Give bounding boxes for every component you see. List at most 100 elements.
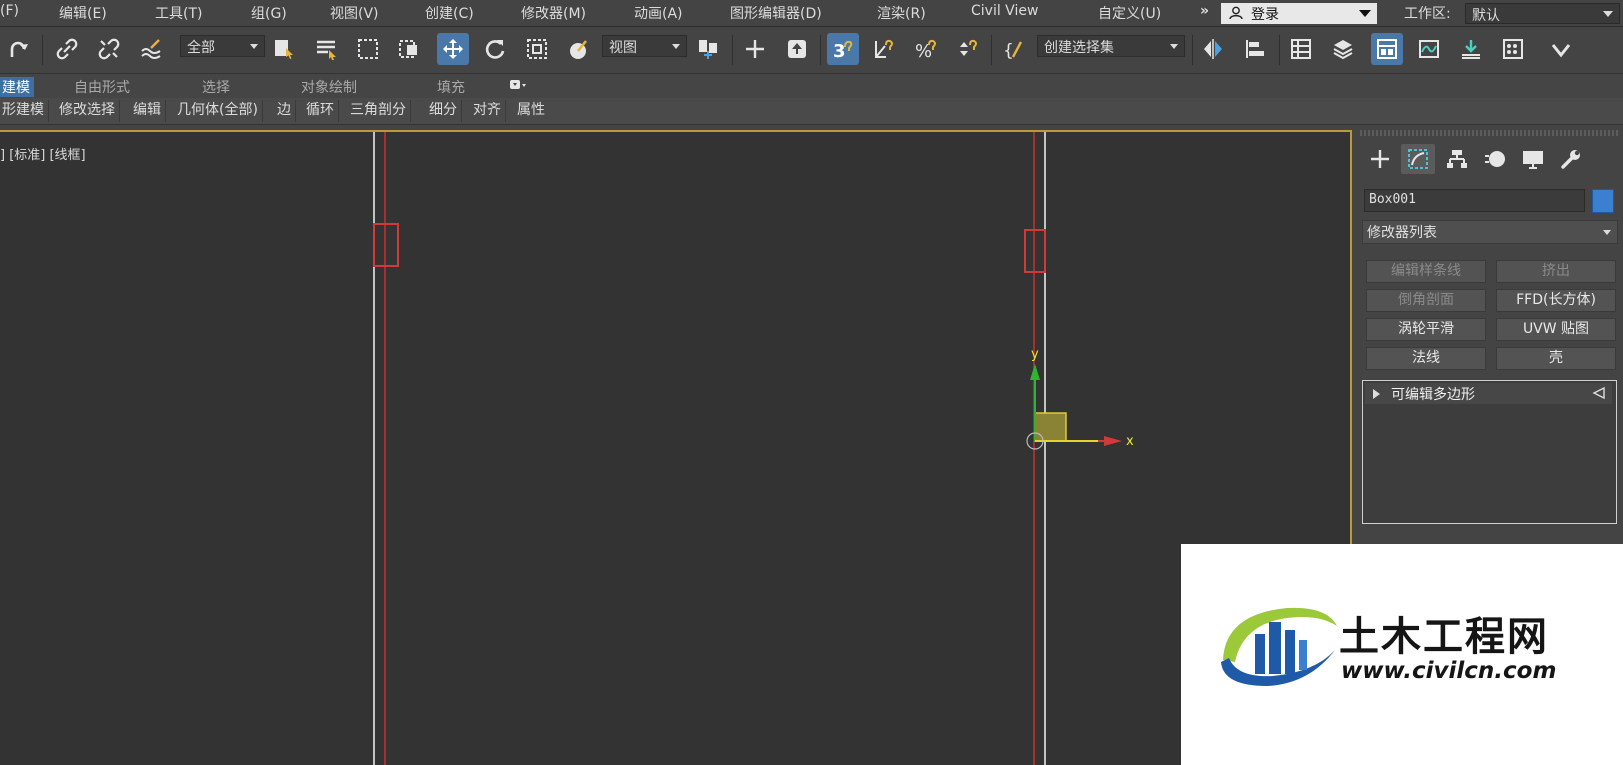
mirror-button[interactable] (1197, 33, 1229, 65)
modifier-shell-button[interactable]: 壳 (1496, 347, 1616, 370)
select-and-scale-button[interactable] (521, 33, 553, 65)
menu-edit[interactable]: 编辑(E) (59, 3, 107, 23)
panel-loops[interactable]: 循环 (302, 100, 339, 122)
modifier-ffd-box-button[interactable]: FFD(长方体) (1496, 289, 1616, 312)
menu-customize[interactable]: 自定义(U) (1098, 3, 1161, 23)
modifier-normal-button[interactable]: 法线 (1366, 347, 1486, 370)
workspace-dropdown[interactable]: 默认 (1465, 3, 1620, 24)
viewport-label[interactable]: ] [标准] [线框] (0, 144, 86, 163)
menu-animation[interactable]: 动画(A) (634, 3, 683, 23)
keyboard-shortcut-toggle-button[interactable] (781, 33, 813, 65)
bind-space-warp-button[interactable] (135, 33, 167, 65)
menu-graph-editors[interactable]: 图形编辑器(D) (730, 3, 822, 23)
link-button[interactable] (51, 33, 83, 65)
menu-tools[interactable]: 工具(T) (155, 3, 202, 23)
menu-view[interactable]: 视图(V) (330, 3, 379, 23)
tab-object-paint[interactable]: 对象绘制 (301, 77, 357, 97)
menu-rendering[interactable]: 渲染(R) (877, 3, 926, 23)
material-editor-button[interactable] (1497, 33, 1529, 65)
tab-populate[interactable]: 填充 (437, 77, 465, 97)
scene-explorer-button[interactable] (1285, 33, 1317, 65)
modifier-edit-spline-button[interactable]: 编辑样条线 (1366, 260, 1486, 283)
menu-civil-view[interactable]: Civil View (971, 3, 1038, 19)
tab-motion[interactable] (1478, 144, 1512, 174)
menu-modifiers[interactable]: 修改器(M) (521, 3, 586, 23)
gizmo-y-label: y (1031, 347, 1039, 362)
modifier-extrude-button[interactable]: 挤出 (1496, 260, 1616, 283)
rotate-icon (485, 40, 505, 59)
selection-filter-dropdown[interactable]: 全部 (180, 35, 265, 57)
menu-create[interactable]: 创建(C) (425, 3, 474, 23)
panel-poly-modeling[interactable]: 形建模 (0, 100, 49, 122)
ribbon-options-icon[interactable] (510, 79, 526, 91)
object-name-field[interactable]: Box001 (1364, 189, 1585, 212)
panel-edges[interactable]: 边 (273, 100, 296, 122)
tab-display[interactable] (1516, 144, 1550, 174)
select-manipulate-button[interactable] (739, 33, 771, 65)
layer-explorer-button[interactable] (1327, 33, 1359, 65)
spinner-snap-icon (960, 39, 977, 56)
object-color-swatch[interactable] (1592, 189, 1614, 213)
rectangular-selection-button[interactable] (352, 33, 384, 65)
panel-align[interactable]: 对齐 (469, 100, 506, 122)
schematic-view-button[interactable] (1455, 33, 1487, 65)
pin-triangle-icon[interactable] (1592, 386, 1606, 400)
snaps-toggle-button[interactable]: 3 (827, 33, 859, 65)
tab-modify[interactable] (1401, 144, 1435, 174)
chevron-down-icon (250, 44, 258, 49)
tab-modeling[interactable]: 建模 (0, 77, 34, 97)
tab-create[interactable] (1363, 144, 1397, 174)
workspace-label: 工作区: (1404, 6, 1451, 22)
angle-snap-button[interactable] (868, 33, 900, 65)
modifier-uvw-map-button[interactable]: UVW 贴图 (1496, 318, 1616, 341)
material-editor-icon (1503, 39, 1523, 59)
unlink-button[interactable] (93, 33, 125, 65)
curve-editor-button[interactable] (1413, 33, 1445, 65)
panel-tris[interactable]: 三角剖分 (346, 100, 411, 122)
panel-modify-selection[interactable]: 修改选择 (55, 100, 120, 122)
login-dropdown[interactable]: 登录 (1221, 3, 1377, 24)
align-button[interactable] (1239, 33, 1271, 65)
select-and-place-button[interactable] (562, 33, 594, 65)
select-and-move-button[interactable] (437, 33, 469, 65)
modifier-bevel-profile-button[interactable]: 倒角剖面 (1366, 289, 1486, 312)
spinner-snap-button[interactable] (952, 33, 984, 65)
menu-group[interactable]: 组(G) (251, 3, 287, 23)
stack-item-editable-poly[interactable]: 可编辑多边形 (1365, 383, 1612, 404)
modifier-list-dropdown[interactable]: 修改器列表 (1362, 220, 1618, 244)
viewport-top[interactable]: y x ] [标准] [线框] (0, 130, 1352, 765)
named-selection-dropdown[interactable]: 创建选择集 (1037, 35, 1185, 57)
menu-file[interactable]: (F) (0, 3, 19, 19)
panel-edit[interactable]: 编辑 (129, 100, 166, 122)
ribbon-icon (1377, 39, 1397, 59)
render-setup-button[interactable] (1545, 33, 1577, 65)
link-icon (56, 38, 78, 60)
redo-button[interactable] (2, 33, 34, 65)
percent-snap-button[interactable]: % (910, 33, 942, 65)
move-gizmo[interactable] (1026, 364, 1122, 450)
toggle-ribbon-button[interactable] (1371, 33, 1403, 65)
chevron-down-icon (1603, 230, 1611, 235)
select-by-name-icon (317, 40, 336, 60)
panel-subdivision[interactable]: 细分 (425, 100, 462, 122)
select-and-rotate-button[interactable] (479, 33, 511, 65)
tab-hierarchy[interactable] (1440, 144, 1474, 174)
panel-properties[interactable]: 属性 (513, 100, 549, 122)
wrench-icon (1561, 150, 1580, 169)
tab-selection[interactable]: 选择 (202, 77, 230, 97)
select-by-name-button[interactable] (310, 33, 342, 65)
reference-coordinate-dropdown[interactable]: 视图 (602, 35, 687, 57)
tab-utilities[interactable] (1554, 144, 1588, 174)
panel-geometry-all[interactable]: 几何体(全部) (173, 100, 263, 122)
tab-freeform[interactable]: 自由形式 (74, 77, 130, 97)
pivot-icon (699, 40, 717, 59)
panel-grip[interactable] (1360, 130, 1620, 136)
menu-overflow-icon[interactable]: » (1200, 3, 1209, 19)
edit-named-selection-button[interactable]: { (998, 33, 1030, 65)
pivot-center-button[interactable] (692, 33, 724, 65)
expand-triangle-icon[interactable] (1373, 389, 1380, 399)
select-object-button[interactable] (268, 33, 300, 65)
modifier-turbosmooth-button[interactable]: 涡轮平滑 (1366, 318, 1486, 341)
viewport-scene: y x (373, 132, 1134, 765)
window-crossing-button[interactable] (393, 33, 425, 65)
